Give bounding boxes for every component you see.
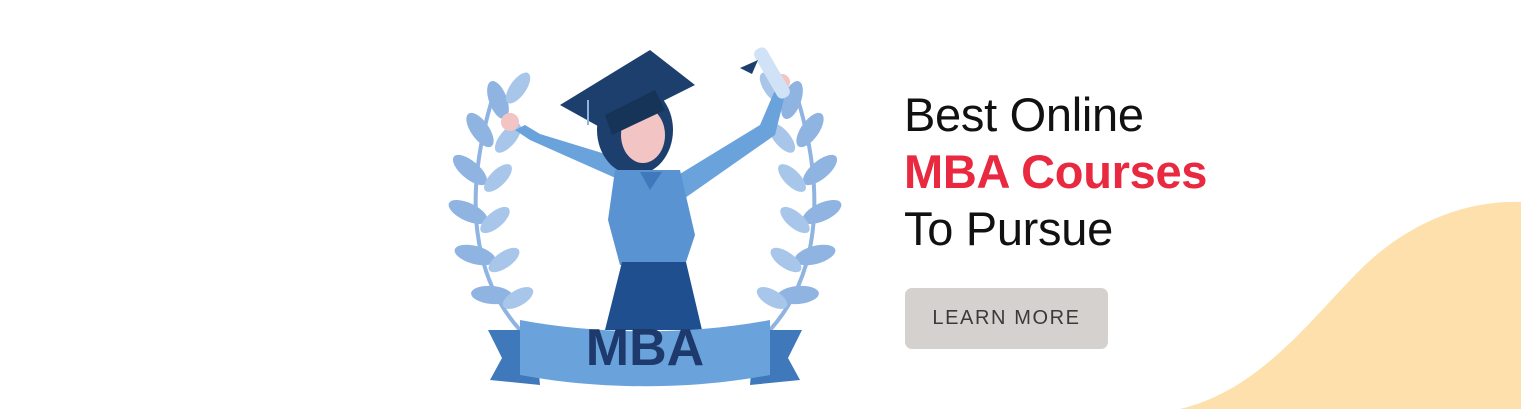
headline-line-1: Best Online bbox=[904, 88, 1144, 141]
headline: Best Online MBA Courses To Pursue bbox=[904, 86, 1207, 257]
learn-more-button[interactable]: LEARN MORE bbox=[905, 288, 1108, 349]
promo-banner: MBA Best Online MBA Courses To Pursue LE… bbox=[0, 0, 1521, 409]
headline-line-3: To Pursue bbox=[904, 202, 1113, 255]
mba-ribbon: MBA bbox=[488, 319, 802, 387]
decorative-wave-shape bbox=[1180, 201, 1521, 409]
wave-path bbox=[1180, 201, 1521, 409]
mba-graduate-illustration: MBA bbox=[448, 47, 842, 387]
graduate-figure-icon bbox=[501, 47, 790, 330]
laurel-right-icon bbox=[756, 72, 842, 332]
headline-line-2: MBA Courses bbox=[904, 145, 1208, 198]
ribbon-label: MBA bbox=[586, 319, 704, 377]
laurel-left-icon bbox=[448, 72, 534, 332]
